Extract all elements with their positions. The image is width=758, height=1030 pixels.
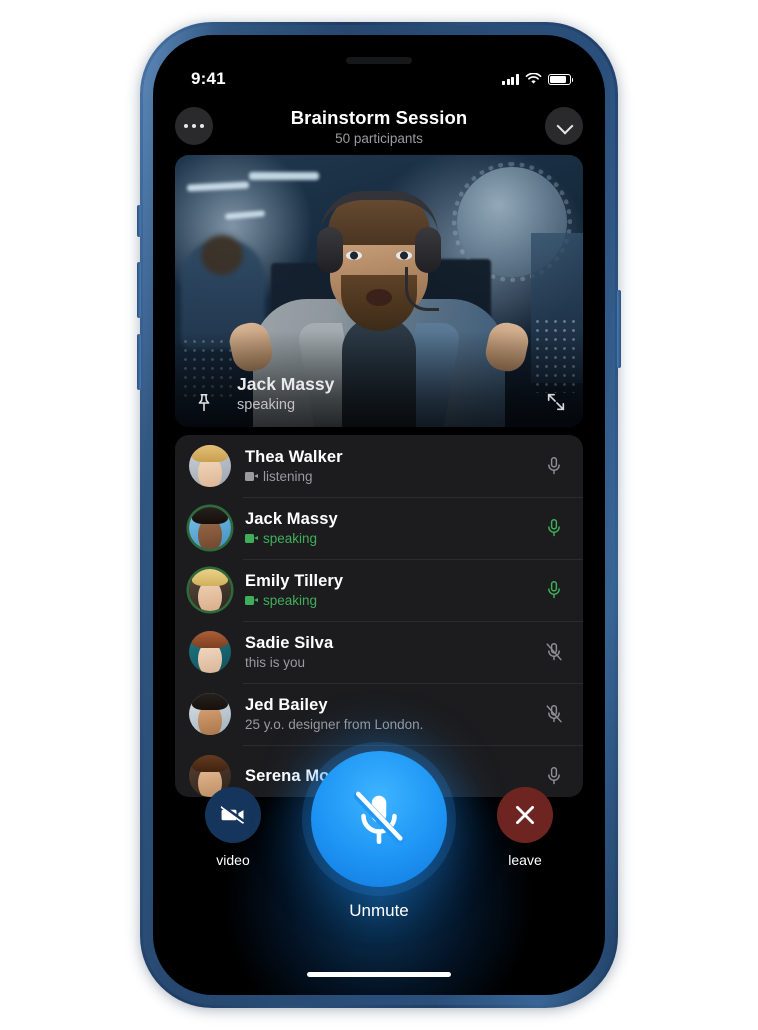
close-icon (516, 806, 534, 824)
mic-muted-icon (353, 791, 405, 846)
avatar (189, 631, 231, 673)
volume-up-button[interactable] (137, 262, 141, 318)
more-options-icon (183, 123, 205, 129)
chevron-down-icon (557, 119, 572, 134)
participant-info: Jack Massy speaking (245, 510, 541, 546)
mic-icon (548, 767, 560, 785)
unmute-button[interactable] (311, 751, 447, 887)
participant-status: speaking (245, 531, 541, 546)
unmute-label: Unmute (349, 901, 409, 920)
participant-name: Jack Massy (245, 510, 338, 528)
participant-name: Sadie Silva (245, 634, 334, 652)
power-button[interactable] (617, 290, 621, 368)
mic-muted-icon (546, 705, 562, 723)
wifi-icon (525, 73, 542, 84)
participant-row[interactable]: Sadie Silva this is you (175, 621, 583, 683)
participant-count: 50 participants (335, 130, 423, 146)
participant-status-text: speaking (263, 593, 318, 608)
status-bar: 9:41 (153, 35, 605, 97)
participant-mic-button[interactable] (541, 703, 567, 725)
video-tile-name: Jack Massy (237, 374, 335, 394)
video-tile[interactable]: Jack Massy speaking (175, 155, 583, 427)
status-time: 9:41 (191, 69, 226, 88)
participant-mic-button[interactable] (541, 641, 567, 663)
participant-status-text: 25 y.o. designer from London. (245, 717, 424, 732)
video-tile-overlay: Jack Massy speaking (175, 374, 583, 413)
participant-status: this is you (245, 655, 541, 670)
video-control: video (205, 787, 261, 868)
video-tile-status: speaking (237, 397, 296, 413)
participant-mic-button[interactable] (541, 765, 567, 787)
camera-icon (245, 534, 258, 543)
video-off-icon (220, 804, 245, 824)
participant-info: Emily Tillery speaking (245, 572, 541, 608)
participant-row[interactable]: Thea Walker listening (175, 435, 583, 497)
participant-status: listening (245, 469, 541, 484)
video-toggle-button[interactable] (205, 787, 261, 843)
mic-icon (548, 457, 560, 475)
phone-screen: 9:41 Brainstorm Session 50 participants (153, 35, 605, 995)
mic-icon (548, 581, 560, 599)
cellular-bars-icon (502, 74, 519, 85)
participant-name: Jed Bailey (245, 696, 328, 714)
leave-call-button[interactable] (497, 787, 553, 843)
participant-name: Emily Tillery (245, 572, 344, 590)
participant-status: 25 y.o. designer from London. (245, 717, 541, 732)
participant-info: Thea Walker listening (245, 448, 541, 484)
participant-row[interactable]: Jed Bailey 25 y.o. designer from London. (175, 683, 583, 745)
avatar (189, 569, 231, 611)
page-title: Brainstorm Session (290, 106, 468, 128)
video-control-label: video (216, 852, 250, 868)
camera-icon (245, 472, 258, 481)
participant-status-text: speaking (263, 531, 318, 546)
participants-list[interactable]: Thea Walker listening Jack Massy speaking Em… (175, 435, 583, 797)
participant-status-text: listening (263, 469, 313, 484)
participant-row[interactable]: Emily Tillery speaking (175, 559, 583, 621)
mic-muted-icon (546, 643, 562, 661)
call-header: Brainstorm Session 50 participants (153, 97, 605, 155)
participant-status: speaking (245, 593, 541, 608)
mute-switch[interactable] (137, 205, 141, 237)
collapse-button[interactable] (545, 107, 583, 145)
avatar (189, 693, 231, 735)
header-titles: Brainstorm Session 50 participants (213, 107, 545, 146)
mic-icon (548, 519, 560, 537)
home-indicator[interactable] (307, 972, 451, 977)
screenshot-root: 9:41 Brainstorm Session 50 participants (0, 0, 758, 1030)
battery-icon (548, 73, 574, 85)
avatar (189, 445, 231, 487)
participant-status-text: this is you (245, 655, 306, 670)
participant-info: Jed Bailey 25 y.o. designer from London. (245, 696, 541, 732)
participant-mic-button[interactable] (541, 579, 567, 601)
leave-control-label: leave (508, 852, 542, 868)
avatar (189, 507, 231, 549)
participant-info: Sadie Silva this is you (245, 634, 541, 670)
more-options-button[interactable] (175, 107, 213, 145)
participant-name: Thea Walker (245, 448, 343, 466)
mute-control: Unmute (311, 751, 447, 921)
volume-down-button[interactable] (137, 334, 141, 390)
camera-icon (245, 596, 258, 605)
participant-row[interactable]: Jack Massy speaking (175, 497, 583, 559)
participant-mic-button[interactable] (541, 517, 567, 539)
participant-mic-button[interactable] (541, 455, 567, 477)
status-icons (502, 73, 574, 85)
leave-control: leave (497, 787, 553, 868)
call-controls: video Unmute leave (153, 751, 605, 921)
